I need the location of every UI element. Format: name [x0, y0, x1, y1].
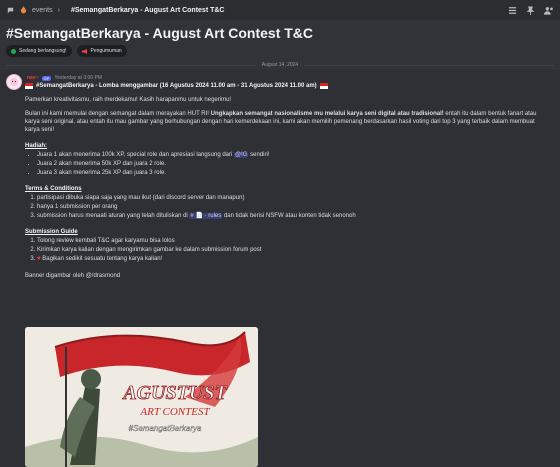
thread-header: #SemangatBerkarya - August Art Contest T…	[0, 20, 560, 60]
message-meta: nav~ OP Yesterday at 3:06 PM	[27, 75, 102, 81]
tag-list: Sedang berlangsung! Pengumuman	[6, 45, 554, 57]
tag-label: Pengumuman	[90, 48, 122, 54]
indonesia-flag-icon	[25, 83, 33, 89]
banner-hashtag: #SemangatBerkarya	[129, 424, 202, 433]
tag-sedang-berlangsung[interactable]: Sedang berlangsung!	[6, 45, 72, 57]
breadcrumb-separator: ›	[57, 6, 60, 14]
mention-ig[interactable]: @IG	[234, 152, 249, 158]
op-badge: OP	[41, 75, 52, 81]
list-item: Tolong review kembali T&C agar karyamu b…	[37, 237, 550, 245]
banner-subtitle: ART CONTEST	[139, 406, 210, 418]
message: nav~ OP Yesterday at 3:06 PM #SemangatBe…	[0, 70, 560, 467]
list-item: submission harus menaati aturan yang tel…	[37, 212, 550, 220]
submission-list: Tolong review kembali T&C agar karyamu b…	[37, 237, 550, 263]
timestamp: Yesterday at 3:06 PM	[54, 75, 102, 81]
indonesia-flag-icon	[319, 83, 328, 89]
list-item: Juara 2 akan menerima 50k XP dan juara 2…	[37, 160, 550, 168]
list-item: Juara 1 akan menerima 100k XP, special r…	[37, 151, 550, 159]
fire-icon	[20, 6, 27, 14]
list-item: Kirimkan karya kalian dengan mengirimkan…	[37, 246, 550, 254]
threads-icon[interactable]	[6, 6, 15, 15]
tag-pengumuman[interactable]: Pengumuman	[76, 45, 127, 57]
date-label: August 14, 2024	[261, 62, 299, 68]
heart-icon: ♥	[37, 256, 41, 262]
submission-title: Submission Guide	[25, 229, 78, 235]
members-icon[interactable]	[544, 6, 554, 15]
pin-icon[interactable]	[526, 5, 535, 15]
hadiah-list: Juara 1 akan menerima 100k XP, special r…	[37, 151, 550, 177]
page-title: #SemangatBerkarya - August Art Contest T…	[6, 25, 314, 41]
message-heading: #SemangatBerkarya - Lomba menggambar (16…	[25, 82, 550, 90]
thread-title: #SemangatBerkarya - August Art Contest T…	[70, 6, 225, 14]
message-content: #SemangatBerkarya - Lomba menggambar (16…	[25, 82, 550, 280]
breadcrumb-events[interactable]: events	[32, 7, 53, 14]
terms-list: partisipasi dibuka siapa saja yang mau i…	[37, 194, 550, 220]
title-bar: events › #SemangatBerkarya - August Art …	[0, 0, 560, 20]
status-dot-icon	[11, 48, 16, 54]
banner-image[interactable]: AGUSTUST ART CONTEST #SemangatBerkarya	[25, 327, 258, 467]
list-item: Juara 3 akan menerima 25k XP dan juara 3…	[37, 169, 550, 177]
avatar[interactable]	[6, 74, 22, 90]
username[interactable]: nav~	[27, 75, 39, 81]
hadiah-title: Hadiah:	[25, 143, 48, 149]
list-item: hanya 1 submission per orang	[37, 203, 550, 211]
banner-credit: Banner digambar oleh @/drasmond	[25, 273, 121, 279]
list-item: ♥ Bagikan sedikit sesuatu tentang karya …	[37, 255, 550, 263]
tag-label: Sedang berlangsung!	[19, 48, 67, 54]
terms-title: Terms & Conditions	[25, 186, 82, 192]
list-item: partisipasi dibuka siapa saja yang mau i…	[37, 194, 550, 202]
threads-list-icon[interactable]	[508, 6, 517, 15]
channel-rules-link[interactable]: # 📄 · rules	[189, 213, 223, 219]
description-text: Bulan ini kami memulai dengan semangat d…	[25, 111, 537, 133]
banner-title: AGUSTUST	[121, 382, 227, 404]
date-divider: August 14, 2024	[6, 60, 555, 70]
megaphone-icon	[81, 48, 88, 54]
intro-text: Pamerkan kreativitasmu, raih merdekamu! …	[25, 97, 232, 103]
